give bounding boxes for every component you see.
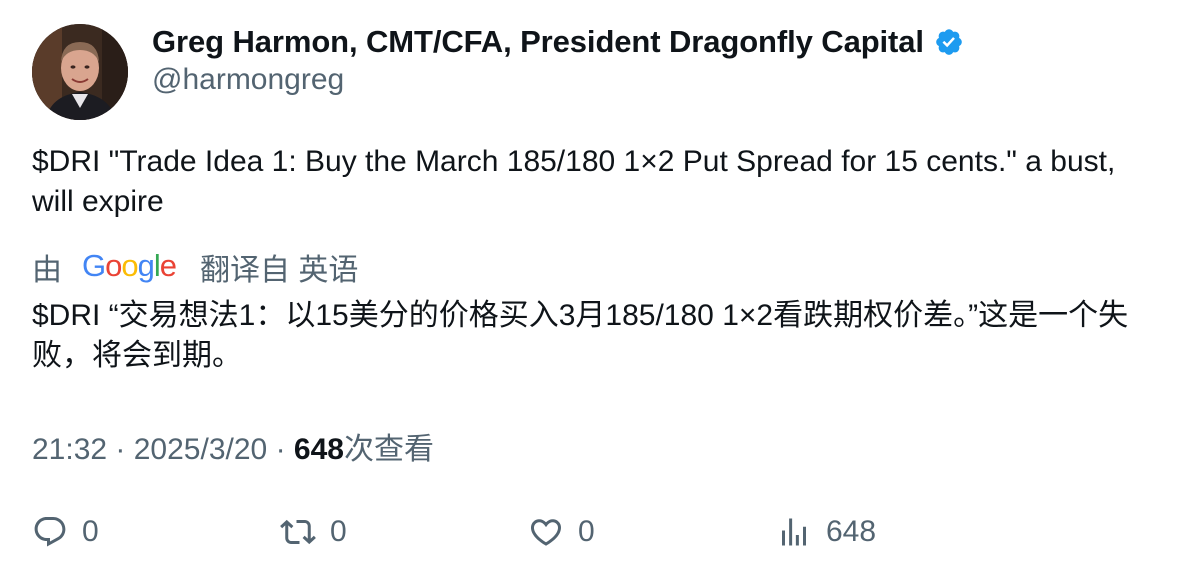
avatar[interactable]: [32, 24, 128, 120]
author-handle[interactable]: @harmongreg: [152, 63, 344, 97]
author-display-name[interactable]: Greg Harmon, CMT/CFA, President Dragonfl…: [152, 24, 924, 60]
heart-icon: [530, 519, 562, 546]
translation-prefix: 由: [32, 254, 62, 287]
tweet-text: $DRI "Trade Idea 1: Buy the March 185/18…: [32, 145, 1116, 218]
tweet-meta: 21:32 · 2025/3/20 · 648次查看: [32, 424, 434, 468]
tweet-date[interactable]: 2025/3/20: [134, 433, 267, 466]
translated-tweet-text: $DRI “交易想法1：以15美分的价格买入3月185/180 1×2看跌期权价…: [32, 299, 1129, 372]
meta-separator: ·: [275, 433, 294, 466]
google-logo: Google: [82, 250, 180, 284]
translation-suffix: 翻译自 英语: [200, 254, 359, 287]
tweet-time[interactable]: 21:32: [32, 433, 107, 466]
svg-text:Google: Google: [82, 250, 176, 283]
retweet-button[interactable]: 0: [280, 508, 347, 556]
like-button[interactable]: 0: [528, 508, 595, 556]
author-name-row: Greg Harmon, CMT/CFA, President Dragonfl…: [152, 22, 964, 62]
analytics-bar-icon: [782, 518, 806, 546]
views-label: 次查看: [343, 433, 434, 466]
reply-icon: [34, 517, 66, 547]
reply-button[interactable]: 0: [32, 508, 99, 556]
avatar-photo: [32, 24, 128, 120]
reply-count: 0: [82, 515, 99, 548]
translation-attribution[interactable]: 由 Google 翻译自 英语: [32, 246, 358, 288]
like-count: 0: [578, 515, 595, 548]
retweet-icon: [280, 519, 316, 545]
retweet-count: 0: [330, 515, 347, 548]
views-action-count: 648: [826, 515, 877, 548]
views-count: 648: [293, 433, 344, 466]
meta-separator: ·: [115, 433, 134, 466]
views-button[interactable]: 648: [776, 508, 876, 556]
action-bar: 0 0 0 648: [32, 508, 1172, 556]
verified-badge-icon[interactable]: [934, 27, 964, 57]
